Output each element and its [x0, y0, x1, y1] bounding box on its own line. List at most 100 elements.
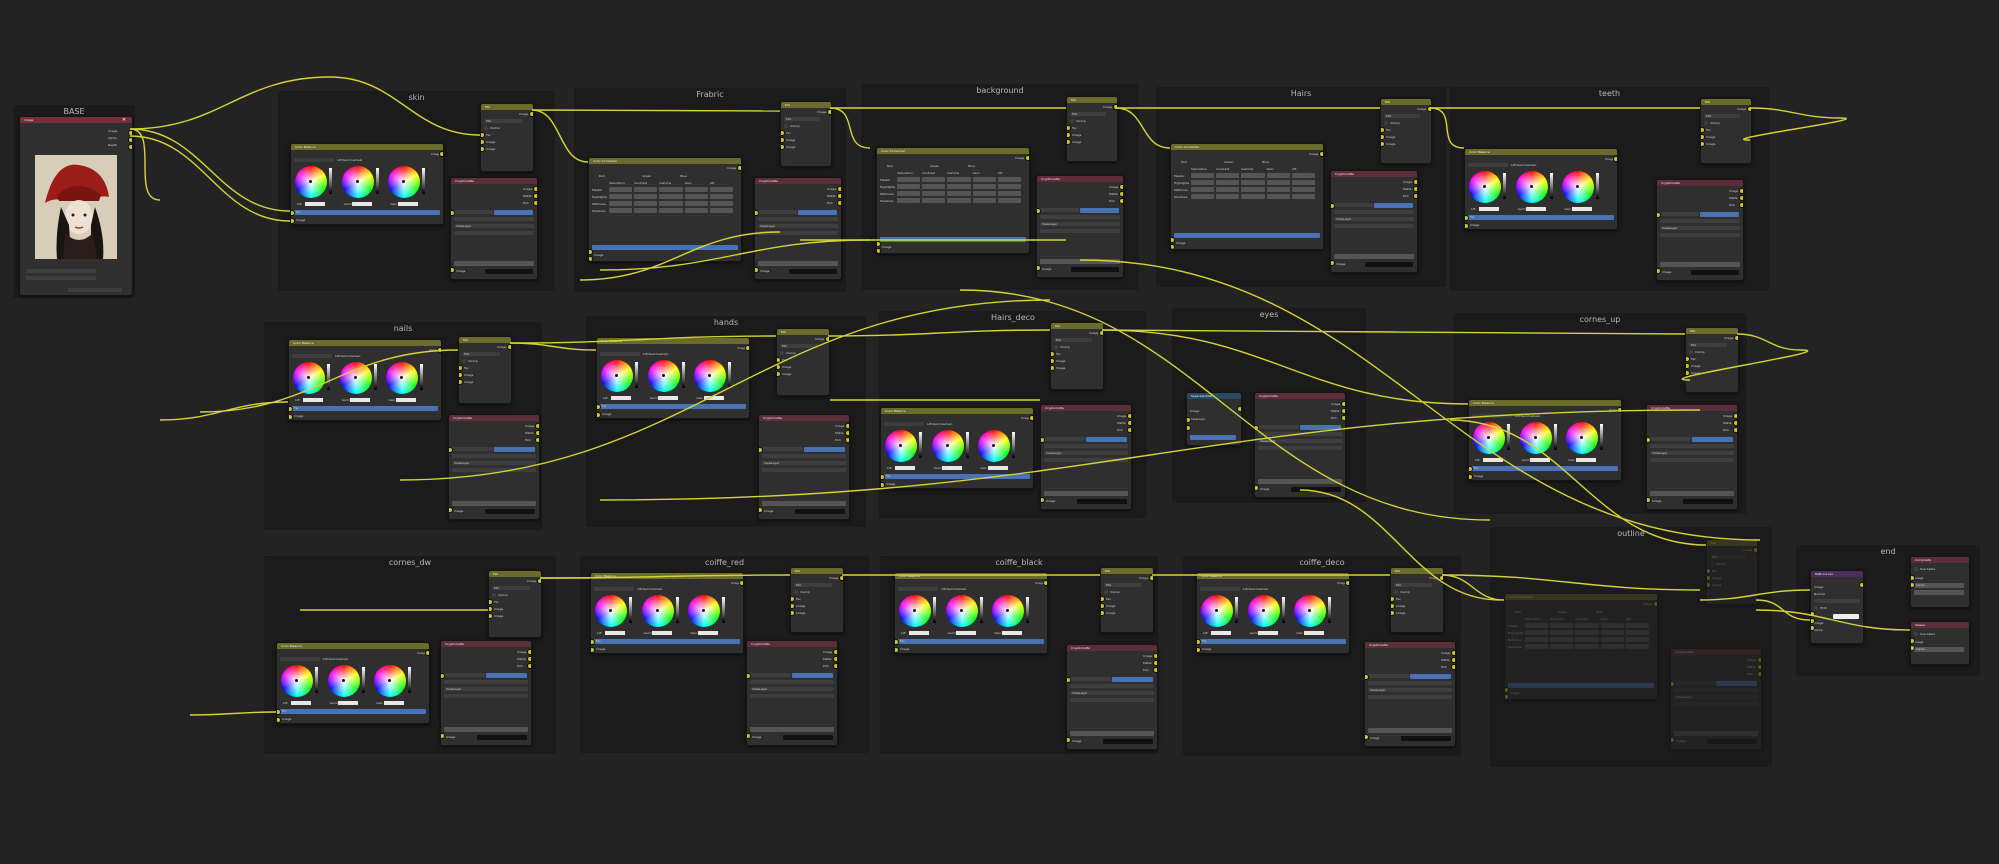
image-input-node[interactable]: image Image Alpha Depth ✕ — [19, 116, 133, 296]
color-swatch[interactable] — [396, 398, 417, 402]
value-slider[interactable] — [1553, 424, 1557, 450]
color-balance-node[interactable]: Color Balance Image Lift/Gamma/Gain Lift Gam… — [1196, 572, 1350, 654]
output-socket[interactable] — [1747, 106, 1751, 112]
output-socket[interactable] — [1653, 601, 1657, 607]
value-field[interactable] — [1291, 173, 1315, 178]
image-select[interactable] — [750, 680, 834, 684]
value-field[interactable] — [1291, 180, 1315, 185]
output-socket[interactable] — [1733, 413, 1737, 419]
color-swatch[interactable] — [384, 701, 405, 705]
mix-node[interactable]: Mix Image Mix Clamp Fac Image Image — [480, 103, 534, 172]
input-socket[interactable] — [1505, 694, 1509, 699]
color-wheel[interactable] — [1473, 422, 1505, 454]
color-swatch[interactable] — [398, 202, 419, 206]
color-wheel[interactable] — [327, 665, 360, 697]
color-swatch[interactable] — [1304, 631, 1325, 635]
value-field[interactable] — [1600, 644, 1624, 649]
output-socket[interactable] — [535, 430, 539, 436]
value-field[interactable] — [947, 191, 971, 196]
mix-node[interactable]: Mix Image Mix Clamp Fac Image Image — [488, 570, 542, 638]
clamp-checkbox[interactable] — [794, 590, 798, 594]
value-field[interactable] — [1550, 644, 1574, 649]
output-socket[interactable] — [533, 193, 537, 199]
scene-tab[interactable] — [750, 673, 791, 677]
value-field[interactable] — [709, 208, 733, 213]
output-socket[interactable] — [1153, 653, 1157, 659]
value-slider[interactable] — [1507, 424, 1510, 450]
scene-tab[interactable] — [1070, 677, 1111, 681]
output-socket[interactable] — [1413, 186, 1417, 192]
clamp-checkbox[interactable] — [1070, 119, 1074, 123]
color-balance-node[interactable]: Color Balance Image Lift/Gamma/Gain Lift Gam… — [880, 407, 1034, 489]
switch-node[interactable]: RGB Curves Image Normal HDR Image Alpha — [1810, 570, 1864, 644]
output-socket[interactable] — [425, 650, 429, 656]
cryptomatte-node[interactable]: Cryptomatte Image Matte Pick ViewLayer Image — [758, 414, 850, 520]
value-field[interactable] — [1575, 644, 1599, 649]
color-balance-node[interactable]: Color Balance Image Lift/Gamma/Gain Lift Gam… — [894, 572, 1048, 654]
value-field[interactable] — [684, 201, 708, 206]
color-wheel[interactable] — [601, 360, 633, 392]
scene-tab[interactable] — [1040, 208, 1079, 212]
output-socket[interactable] — [1025, 155, 1029, 161]
render-tab[interactable] — [1716, 681, 1757, 686]
value-field[interactable] — [1216, 173, 1240, 178]
matte-id-value[interactable] — [1044, 491, 1128, 496]
value-field[interactable] — [922, 177, 946, 182]
value-field[interactable] — [1625, 630, 1649, 635]
clamp-checkbox[interactable] — [784, 124, 788, 128]
mix-node[interactable]: Mix Image Mix Clamp Fac Image Image — [1380, 98, 1432, 164]
color-wheel[interactable] — [1566, 422, 1599, 454]
value-field[interactable] — [709, 187, 733, 192]
index-field[interactable] — [1190, 435, 1236, 440]
output-socket[interactable] — [833, 656, 837, 662]
output-socket[interactable] — [837, 200, 841, 206]
clamp-checkbox[interactable] — [1104, 590, 1108, 594]
value-slider[interactable] — [1328, 597, 1332, 623]
output-socket[interactable] — [1733, 427, 1737, 433]
matte-id-field[interactable] — [1674, 702, 1758, 706]
render-tab[interactable] — [494, 210, 533, 215]
value-field[interactable] — [997, 198, 1021, 203]
color-swatch[interactable] — [1002, 631, 1023, 635]
value-slider[interactable] — [1235, 597, 1238, 623]
image-select[interactable] — [444, 680, 528, 684]
clamp-checkbox[interactable] — [780, 351, 784, 355]
value-field[interactable] — [947, 177, 971, 182]
composite-node[interactable]: Composite Use Alpha Image Alpha — [1910, 556, 1970, 608]
output-socket[interactable] — [527, 649, 531, 655]
matte-id-field[interactable] — [1660, 233, 1740, 237]
value-field[interactable] — [1525, 644, 1549, 649]
render-tab[interactable] — [1700, 212, 1739, 217]
mode-select[interactable] — [1200, 587, 1240, 591]
scene-tab[interactable] — [1660, 212, 1699, 216]
output-socket[interactable] — [837, 193, 841, 199]
z-field[interactable] — [1914, 590, 1964, 595]
matte-id-field[interactable] — [452, 468, 536, 472]
clamp-checkbox[interactable] — [1689, 350, 1693, 354]
value-field[interactable] — [609, 194, 633, 199]
value-field[interactable] — [659, 194, 683, 199]
fac-slider[interactable] — [600, 404, 746, 409]
output-socket[interactable] — [535, 423, 539, 429]
cryptomatte-node[interactable]: Cryptomatte Image Matte Pick ViewLayer Image — [1364, 641, 1456, 747]
color-wheel[interactable] — [1201, 595, 1233, 627]
value-slider[interactable] — [315, 667, 318, 693]
fac-slider[interactable] — [280, 709, 426, 714]
color-swatch[interactable] — [988, 466, 1009, 470]
mix-node[interactable]: Mix Image Mix Clamp Fac Image Image — [1685, 327, 1739, 393]
scene-tab[interactable] — [452, 447, 493, 451]
value-field[interactable] — [1191, 194, 1215, 199]
matte-id-value[interactable] — [1674, 731, 1758, 736]
matte-id-field[interactable] — [1070, 698, 1154, 702]
fac-slider[interactable] — [294, 210, 440, 215]
mix-node[interactable]: Mix Image Mix Clamp Fac Image Image — [1390, 567, 1444, 633]
color-balance-node[interactable]: Color Balance Image Lift/Gamma/Gain Lift Gam… — [596, 337, 750, 419]
output-socket[interactable] — [1413, 179, 1417, 185]
image-select[interactable] — [1070, 684, 1154, 688]
output-socket[interactable] — [1149, 575, 1153, 581]
color-wheel[interactable] — [978, 430, 1011, 462]
mix-node[interactable]: Mix Image Mix Clamp Fac Image Image — [780, 101, 832, 167]
color-swatch[interactable] — [291, 701, 311, 705]
scene-tab[interactable] — [1674, 681, 1715, 685]
mode-select[interactable] — [600, 352, 640, 356]
